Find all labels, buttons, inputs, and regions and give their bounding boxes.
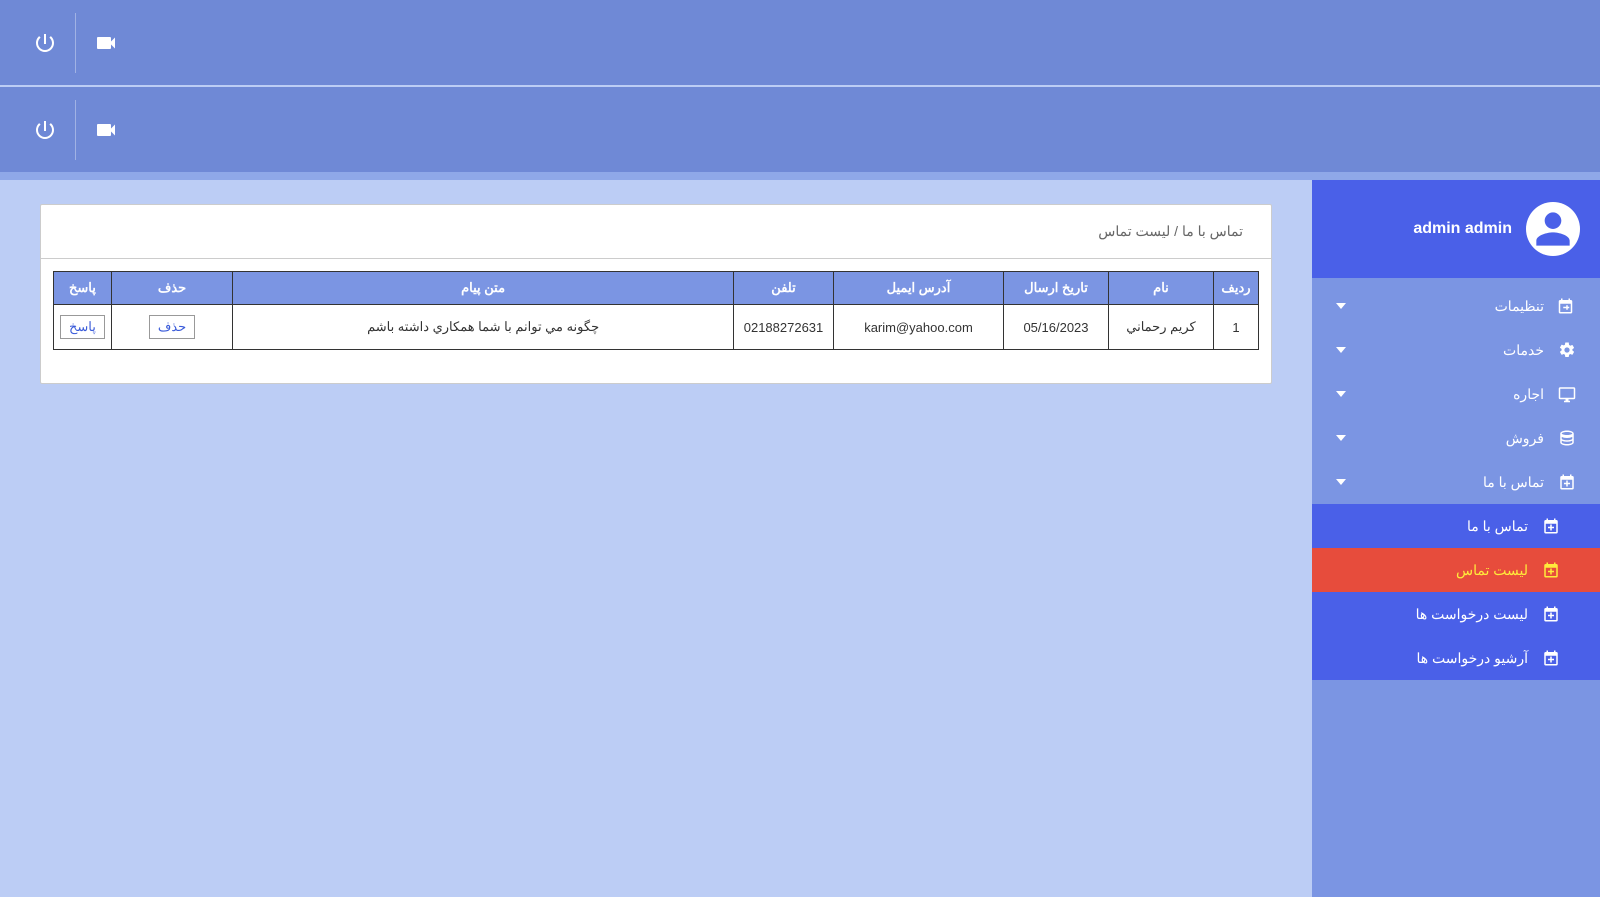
monitor-icon <box>1558 385 1576 403</box>
col-email: آدرس ایمیل <box>834 272 1004 305</box>
table-row: 1 كريم رحماني 05/16/2023 karim@yahoo.com… <box>54 305 1259 350</box>
avatar <box>1526 202 1580 256</box>
separator-strip <box>0 172 1600 180</box>
power-button-2[interactable] <box>15 100 75 160</box>
cell-phone: 02188272631 <box>734 305 834 350</box>
caret-down-icon <box>1336 479 1346 485</box>
nav-sale[interactable]: فروش <box>1312 416 1600 460</box>
nav-sale-label: فروش <box>1506 430 1544 447</box>
database-icon <box>1558 429 1576 447</box>
sub-contact-list[interactable]: لیست تماس <box>1312 548 1600 592</box>
calendar-plus-icon <box>1542 517 1560 535</box>
cell-email: karim@yahoo.com <box>834 305 1004 350</box>
main-content: تماس با ما / لیست تماس ردیف نام تاریخ ار… <box>0 180 1312 897</box>
user-name: admin admin <box>1413 220 1512 238</box>
cell-date: 05/16/2023 <box>1004 305 1109 350</box>
table-header-row: ردیف نام تاریخ ارسال آدرس ایمیل تلفن متن… <box>54 272 1259 305</box>
cell-name: كريم رحماني <box>1109 305 1214 350</box>
nav-rent[interactable]: اجاره <box>1312 372 1600 416</box>
calendar-plus-icon <box>1542 561 1560 579</box>
nav-settings-label: تنظیمات <box>1495 298 1544 315</box>
power-icon <box>33 118 57 142</box>
user-icon <box>1533 209 1573 249</box>
breadcrumb: تماس با ما / لیست تماس <box>41 205 1271 259</box>
sub-request-archive-label: آرشیو درخواست ها <box>1416 650 1528 667</box>
video-icon <box>94 31 118 55</box>
cell-num: 1 <box>1214 305 1259 350</box>
topbar-2 <box>0 87 1600 172</box>
user-block: admin admin <box>1312 180 1600 278</box>
nav-services[interactable]: خدمات <box>1312 328 1600 372</box>
caret-down-icon <box>1336 435 1346 441</box>
video-icon <box>94 118 118 142</box>
caret-down-icon <box>1336 347 1346 353</box>
sidebar: admin admin تنظیمات خدمات اجاره فروش <box>1312 180 1600 897</box>
sub-contact-us-label: تماس با ما <box>1467 518 1528 535</box>
delete-button[interactable]: حذف <box>149 315 195 339</box>
cell-reply: پاسخ <box>54 305 112 350</box>
calendar-plus-icon <box>1542 649 1560 667</box>
breadcrumb-parent: تماس با ما <box>1182 223 1243 239</box>
caret-down-icon <box>1336 391 1346 397</box>
video-button[interactable] <box>75 13 136 73</box>
col-name: نام <box>1109 272 1214 305</box>
sub-contact-list-label: لیست تماس <box>1456 562 1528 579</box>
power-button[interactable] <box>15 13 75 73</box>
caret-down-icon <box>1336 303 1346 309</box>
sub-request-archive[interactable]: آرشیو درخواست ها <box>1312 636 1600 680</box>
nav-contact[interactable]: تماس با ما <box>1312 460 1600 504</box>
card: تماس با ما / لیست تماس ردیف نام تاریخ ار… <box>40 204 1272 384</box>
col-message: متن پیام <box>233 272 734 305</box>
contact-table: ردیف نام تاریخ ارسال آدرس ایمیل تلفن متن… <box>53 271 1259 350</box>
calendar-plus-icon <box>1558 297 1576 315</box>
reply-button[interactable]: پاسخ <box>60 315 105 339</box>
col-delete: حذف <box>111 272 232 305</box>
col-phone: تلفن <box>734 272 834 305</box>
video-button-2[interactable] <box>75 100 136 160</box>
breadcrumb-sep: / <box>1170 223 1182 239</box>
calendar-plus-icon <box>1558 473 1576 491</box>
calendar-plus-icon <box>1542 605 1560 623</box>
nav: تنظیمات خدمات اجاره فروش تماس با ما <box>1312 278 1600 680</box>
nav-contact-label: تماس با ما <box>1483 474 1544 491</box>
cell-delete: حذف <box>111 305 232 350</box>
sub-contact-us[interactable]: تماس با ما <box>1312 504 1600 548</box>
topbar-1 <box>0 0 1600 85</box>
nav-settings[interactable]: تنظیمات <box>1312 284 1600 328</box>
sub-nav-contact: تماس با ما لیست تماس لیست درخواست ها آرش… <box>1312 504 1600 680</box>
cell-message: چگونه مي توانم با شما همكاري داشته باشم <box>233 305 734 350</box>
sub-request-list-label: لیست درخواست ها <box>1416 606 1528 623</box>
power-icon <box>33 31 57 55</box>
col-row: ردیف <box>1214 272 1259 305</box>
breadcrumb-current: لیست تماس <box>1098 223 1170 239</box>
sub-request-list[interactable]: لیست درخواست ها <box>1312 592 1600 636</box>
gear-icon <box>1558 341 1576 359</box>
col-reply: پاسخ <box>54 272 112 305</box>
nav-rent-label: اجاره <box>1513 386 1544 403</box>
nav-services-label: خدمات <box>1503 342 1544 359</box>
col-date: تاریخ ارسال <box>1004 272 1109 305</box>
